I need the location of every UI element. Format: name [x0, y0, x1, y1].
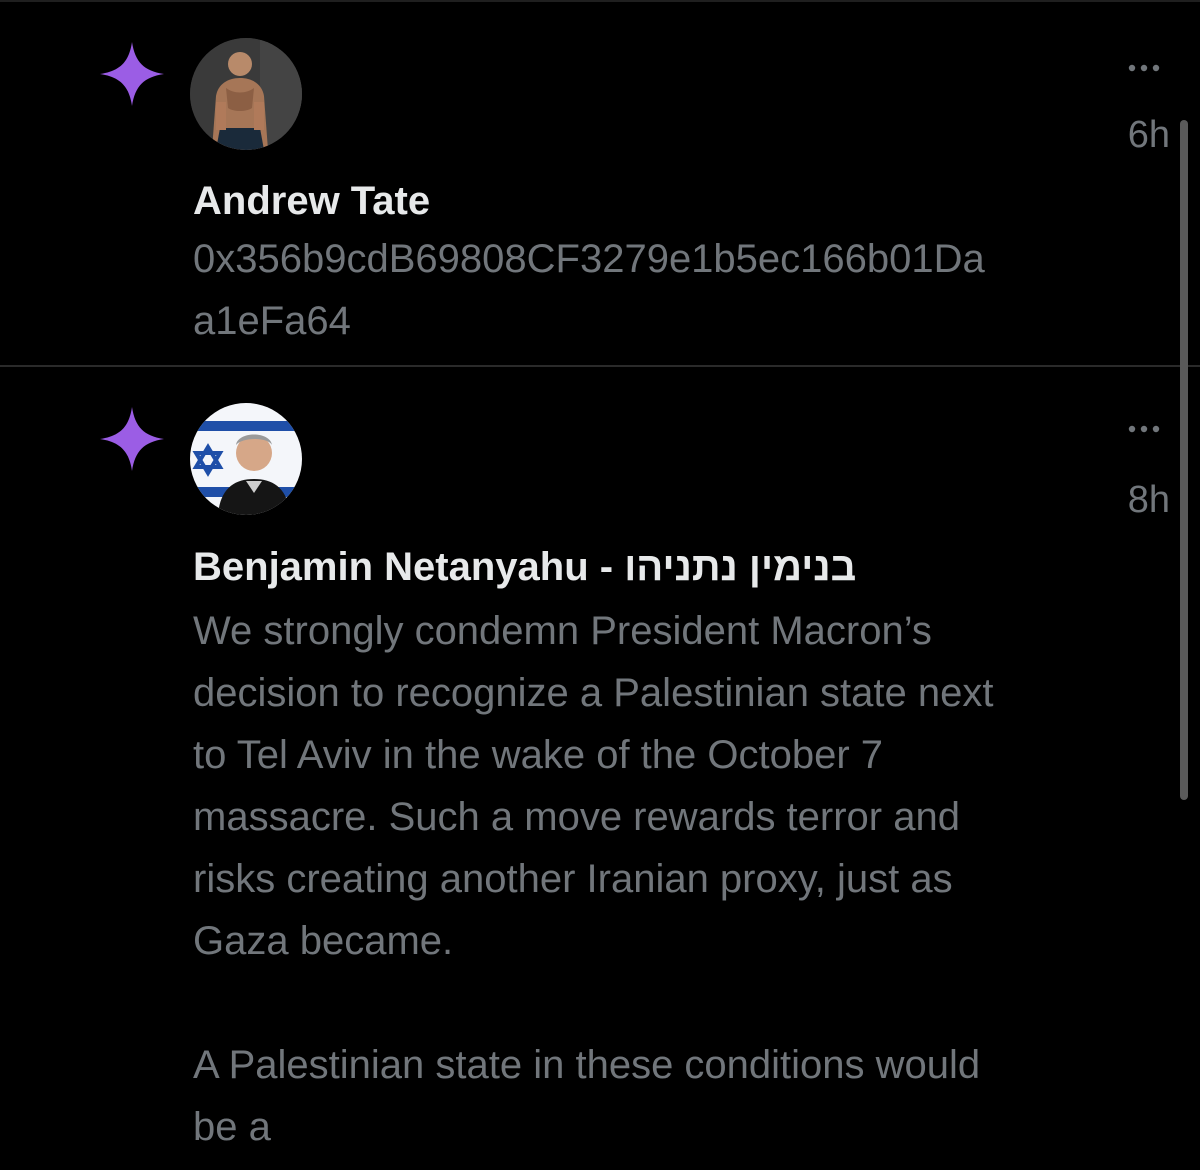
avatar[interactable] — [190, 38, 302, 150]
timestamp: 6h — [1127, 114, 1170, 156]
scrollbar[interactable] — [1180, 120, 1188, 800]
notification-item[interactable]: 6h Andrew Tate 0x356b9cdB69808CF3279e1b5… — [0, 0, 1200, 367]
avatar[interactable] — [190, 403, 302, 515]
timestamp: 8h — [1127, 479, 1170, 521]
sparkle-icon — [100, 407, 164, 471]
author-name[interactable]: Benjamin Netanyahu - בנימין נתניהו — [193, 547, 856, 587]
more-options-icon[interactable] — [1120, 417, 1168, 441]
post-text[interactable]: 0x356b9cdB69808CF3279e1b5ec166b01Da a1eF… — [193, 228, 1168, 352]
post-text[interactable]: We strongly condemn President Macron’s d… — [193, 600, 1168, 1158]
more-options-icon[interactable] — [1120, 56, 1168, 80]
author-name[interactable]: Andrew Tate — [193, 181, 430, 221]
sparkle-icon — [100, 42, 164, 106]
notification-item[interactable]: 8h Benjamin Netanyahu - בנימין נתניהו We… — [0, 367, 1200, 1170]
